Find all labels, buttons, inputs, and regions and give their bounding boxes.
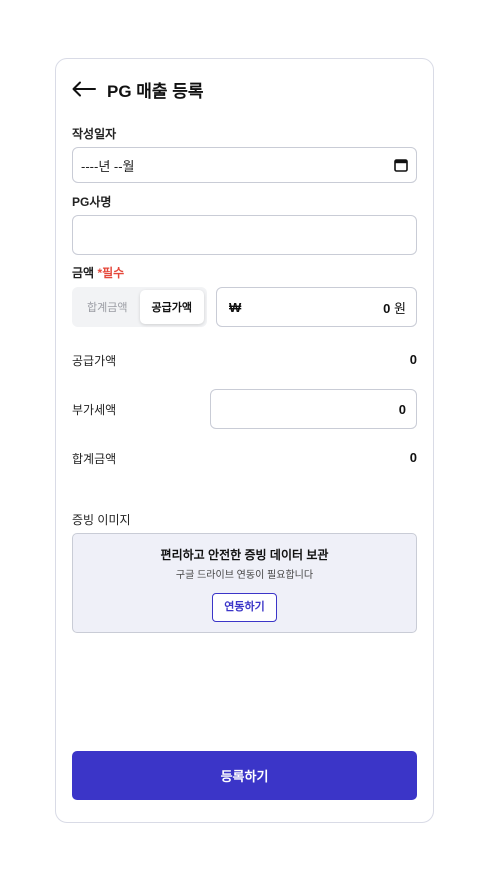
date-value: ----년 --월 — [81, 158, 135, 174]
page-title: PG 매출 등록 — [107, 81, 204, 101]
amount-unit: 원 — [394, 300, 406, 316]
proof-image-label: 증빙 이미지 — [72, 513, 131, 527]
date-label: 작성일자 — [72, 127, 117, 141]
vat-input[interactable]: 0 — [210, 389, 417, 429]
amount-input[interactable]: ₩ 0 원 — [216, 287, 417, 327]
arrow-left-icon[interactable] — [72, 77, 98, 101]
required-mark: *필수 — [97, 266, 125, 280]
pg-name-label: PG사명 — [72, 195, 112, 209]
total-label: 합계금액 — [72, 452, 117, 466]
pg-name-input[interactable] — [72, 215, 417, 255]
amount-value: 0 — [383, 300, 391, 316]
vat-value: 0 — [398, 401, 406, 417]
supply-value-amount: 0 — [409, 352, 417, 367]
currency-symbol: ₩ — [229, 299, 242, 315]
pg-sales-registration-card: PG 매출 등록 작성일자 ----년 --월 PG사명 금액 *필수 합계금액… — [55, 58, 434, 823]
amount-type-toggle: 합계금액 공급가액 — [72, 287, 207, 327]
calendar-icon[interactable] — [394, 158, 408, 172]
amount-label-text: 금액 — [72, 266, 95, 280]
date-field[interactable]: ----년 --월 — [72, 147, 417, 183]
connect-drive-button[interactable]: 연동하기 — [212, 593, 277, 622]
header: PG 매출 등록 — [72, 77, 204, 101]
vat-label: 부가세액 — [72, 403, 117, 417]
segment-supply-value[interactable]: 공급가액 — [139, 290, 204, 324]
supply-value-label: 공급가액 — [72, 354, 117, 368]
submit-button[interactable]: 등록하기 — [72, 751, 417, 800]
segment-total-amount[interactable]: 합계금액 — [75, 290, 140, 324]
proof-image-box: 편리하고 안전한 증빙 데이터 보관 구글 드라이브 연동이 필요합니다 연동하… — [72, 533, 417, 633]
proof-subtitle: 구글 드라이브 연동이 필요합니다 — [175, 570, 314, 581]
total-amount: 0 — [409, 450, 417, 465]
amount-value-group: 0 원 — [383, 298, 406, 317]
amount-label: 금액 *필수 — [72, 264, 124, 281]
proof-title: 편리하고 안전한 증빙 데이터 보관 — [160, 548, 329, 562]
